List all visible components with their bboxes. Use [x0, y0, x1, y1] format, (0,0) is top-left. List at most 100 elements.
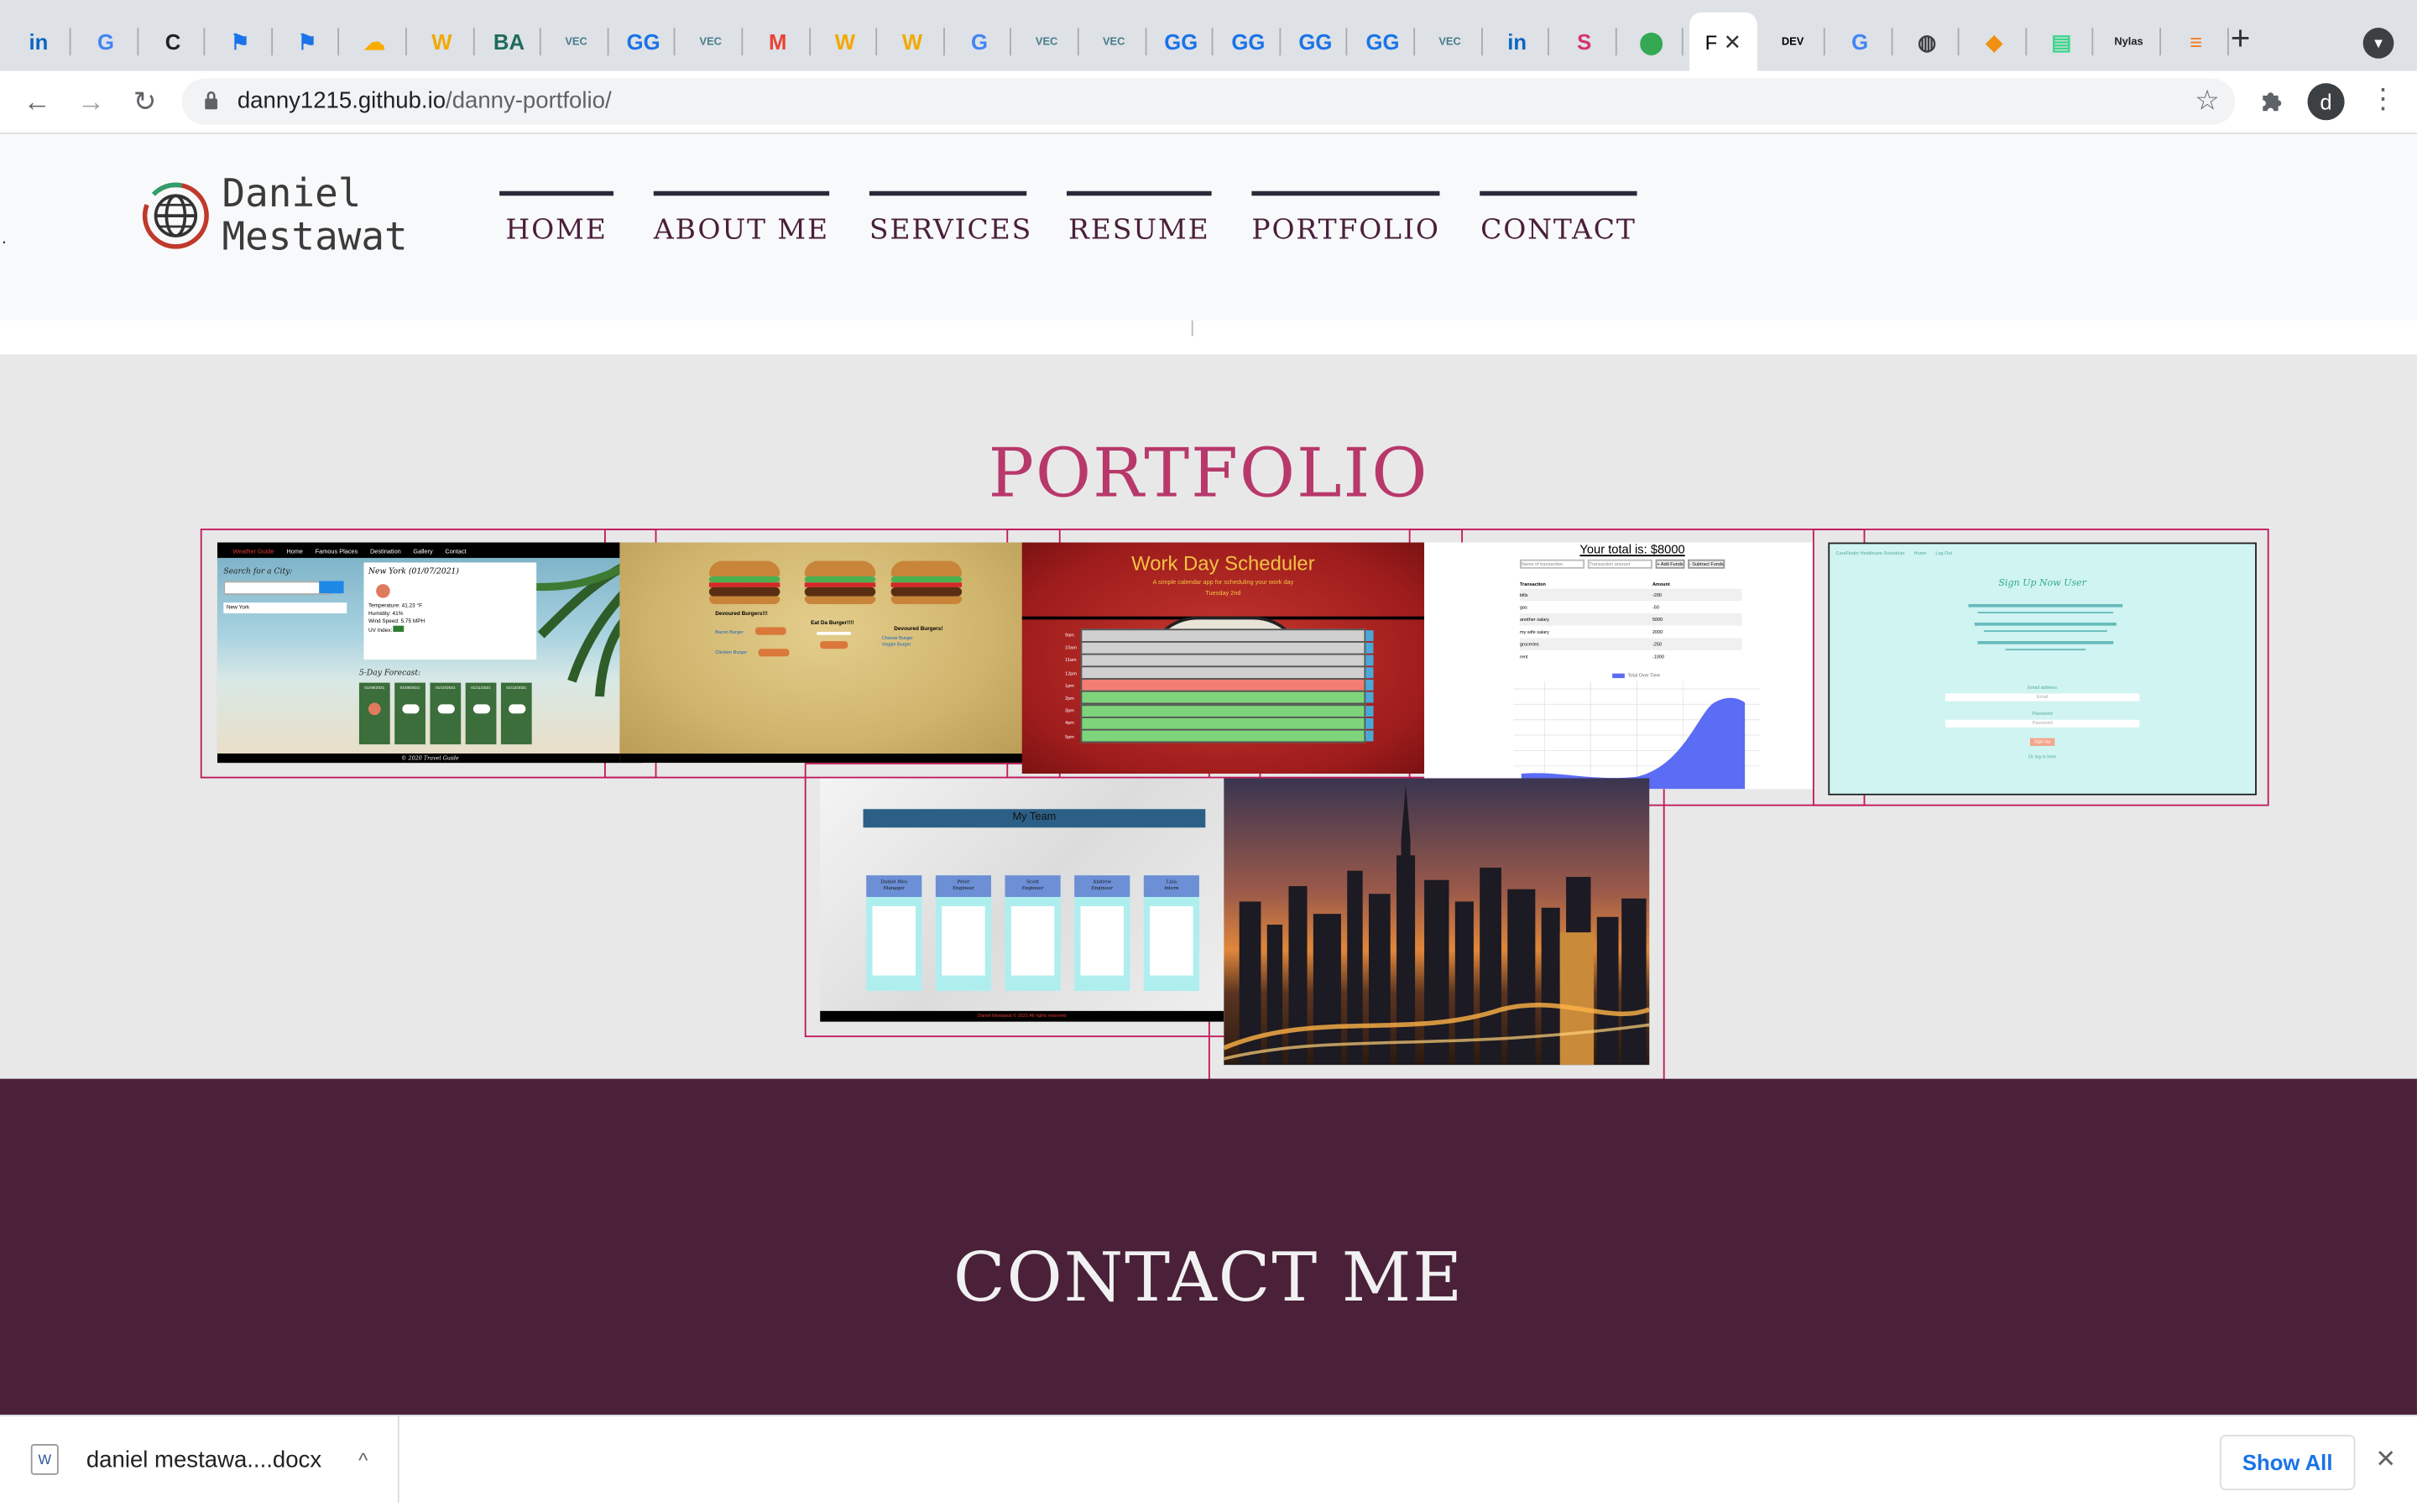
budget-amount: -50	[1652, 603, 1659, 611]
browser-menu-icon[interactable]: ⋮	[2369, 83, 2397, 116]
nav-about-me[interactable]: ABOUT ME	[653, 190, 830, 247]
weather-menu-destination: Destination	[369, 546, 401, 555]
browser-tab[interactable]: VEC	[544, 13, 609, 71]
tab-separator	[2092, 28, 2094, 56]
project-burger-app[interactable]: Devoured Burgers!!! Eat Da Burger!!!! De…	[619, 542, 1024, 764]
profile-avatar[interactable]: d	[2307, 83, 2345, 121]
back-arrow-icon[interactable]: ←	[18, 83, 55, 120]
browser-tab[interactable]: ⚑	[208, 13, 273, 71]
weather-menu-famous: Famous Places	[315, 546, 358, 555]
site-logo[interactable]: Daniel Mestawat	[142, 172, 408, 259]
save-icon	[1365, 705, 1374, 717]
project-my-team[interactable]: My Team Daniel Mes Manager Peter Engineer Sc…	[820, 778, 1224, 1022]
project-city-skyline[interactable]	[1224, 778, 1650, 1066]
burger-list-left: Bacon Burger Chicken Burger	[715, 628, 747, 654]
weather-current-heading: New York (01/07/2021)	[368, 566, 459, 576]
new-tab-button[interactable]: +	[2231, 21, 2251, 55]
browser-tab[interactable]: DEV	[1761, 13, 1825, 71]
signup-login-link: Or log in here	[2028, 753, 2057, 760]
project-weather-dashboard[interactable]: Weather Guide Home Famous Places Destina…	[217, 542, 643, 764]
browser-tab[interactable]: ☁	[342, 13, 407, 71]
forward-arrow-icon[interactable]: →	[72, 83, 109, 120]
browser-tab[interactable]: GG	[1350, 13, 1416, 71]
browser-tab[interactable]: VEC	[678, 13, 744, 71]
weather-uv-label: UV Index:	[368, 627, 393, 633]
browser-tab[interactable]: G	[1828, 13, 1892, 71]
forecast-date: 01/11/2021	[471, 686, 491, 691]
browser-tab[interactable]: Nylas	[2096, 13, 2162, 71]
nav-home[interactable]: HOME	[499, 190, 614, 247]
nav-portfolio[interactable]: PORTFOLIO	[1251, 190, 1440, 247]
browser-tab[interactable]: M	[745, 13, 811, 71]
vec-icon: VEC	[565, 36, 587, 48]
weather-uv-badge	[394, 625, 405, 633]
browser-tab[interactable]: GG	[611, 13, 676, 71]
team-member-card: Andrew Engineer	[1074, 875, 1130, 991]
browser-tab[interactable]: ⚑	[275, 13, 340, 71]
download-item[interactable]: W daniel mestawa....docx ^	[30, 1416, 399, 1503]
scheduler-row: 9am	[1065, 628, 1374, 642]
portfolio-title: PORTFOLIO	[988, 434, 1429, 514]
chevron-up-icon[interactable]: ^	[358, 1448, 368, 1472]
url-path: /danny-portfolio/	[446, 87, 612, 114]
browser-tab[interactable]: ◆	[1962, 13, 2027, 71]
browser-tab[interactable]: GG	[1216, 13, 1281, 71]
contact-title: CONTACT ME	[953, 1238, 1464, 1318]
bookmark-star-icon[interactable]: ☆	[2195, 85, 2220, 117]
browser-tab[interactable]: S	[1552, 13, 1617, 71]
browser-tab[interactable]: VEC	[1082, 13, 1146, 71]
team-member-name: Andrew	[1093, 878, 1112, 885]
forecast-card: 01/11/2021	[465, 682, 497, 745]
browser-tab[interactable]: ▤	[2029, 13, 2094, 71]
forecast-date: 01/10/2021	[435, 686, 456, 691]
tab-separator	[69, 28, 71, 56]
nav-services[interactable]: SERVICES	[869, 190, 1031, 247]
c-icon: C	[164, 29, 181, 55]
browser-tab[interactable]: VEC	[1015, 13, 1079, 71]
nav-resume[interactable]: RESUME	[1066, 190, 1212, 247]
browser-tab[interactable]: BA	[477, 13, 542, 71]
project-signup-page[interactable]: CareFinder Healthcare Scheduler Home Log…	[1828, 542, 2257, 795]
tab-separator	[540, 28, 542, 56]
nav-contact[interactable]: CONTACT	[1480, 190, 1637, 247]
tab-search-icon[interactable]: ▼	[2362, 28, 2394, 59]
close-icon[interactable]: ✕	[2375, 1444, 2396, 1475]
signup-email-input: Email	[1945, 693, 2140, 701]
scheduler-row: 12pm	[1065, 665, 1374, 680]
browser-tab[interactable]: W	[410, 13, 474, 71]
browser-tab[interactable]: in	[6, 13, 71, 71]
tab-separator	[270, 28, 273, 56]
burger-icon	[890, 560, 963, 607]
project-budget-tracker[interactable]: Your total is: $8000 Name of transaction…	[1424, 542, 1813, 790]
active-tab[interactable]: F ✕	[1689, 12, 1757, 71]
reload-icon[interactable]: ↻	[127, 83, 164, 120]
weather-search-button	[319, 581, 344, 594]
browser-tab[interactable]: ◍	[1895, 13, 1960, 71]
close-tab-icon[interactable]: ✕	[1724, 29, 1742, 55]
browser-tab[interactable]: C	[140, 13, 206, 71]
browser-tab[interactable]: ≡	[2164, 13, 2229, 71]
browser-tab[interactable]: VEC	[1417, 13, 1483, 71]
address-bar[interactable]: danny1215.github.io/danny-portfolio/ ☆	[181, 78, 2236, 125]
browser-tab[interactable]: W	[812, 13, 878, 71]
signup-menu-home: Home	[1913, 550, 1927, 557]
extensions-puzzle-icon[interactable]	[2257, 86, 2288, 117]
logo-last-name: Mestawat	[222, 214, 408, 259]
browser-tab[interactable]: ⬤	[1619, 13, 1684, 71]
burger-item-chicken: Chicken Burger	[715, 649, 748, 655]
docx-file-icon: W	[30, 1443, 59, 1475]
browser-tab[interactable]: G	[947, 13, 1012, 71]
tab-separator	[1682, 28, 1684, 56]
gg-icon: GG	[626, 29, 660, 55]
show-all-button[interactable]: Show All	[2219, 1434, 2356, 1491]
save-icon	[1365, 692, 1374, 704]
project-work-day-scheduler[interactable]: Work Day Scheduler A simple calendar app…	[1021, 542, 1425, 774]
linkedin-icon: in	[29, 29, 49, 55]
browser-tab[interactable]: W	[880, 13, 945, 71]
browser-tab[interactable]: GG	[1283, 13, 1348, 71]
team-member-role: Engineer	[953, 884, 974, 891]
browser-tab[interactable]: in	[1485, 13, 1550, 71]
weather-wind: Wind Speed: 5.75 MPH	[368, 618, 425, 624]
browser-tab[interactable]: G	[73, 13, 138, 71]
browser-tab[interactable]: GG	[1149, 13, 1214, 71]
